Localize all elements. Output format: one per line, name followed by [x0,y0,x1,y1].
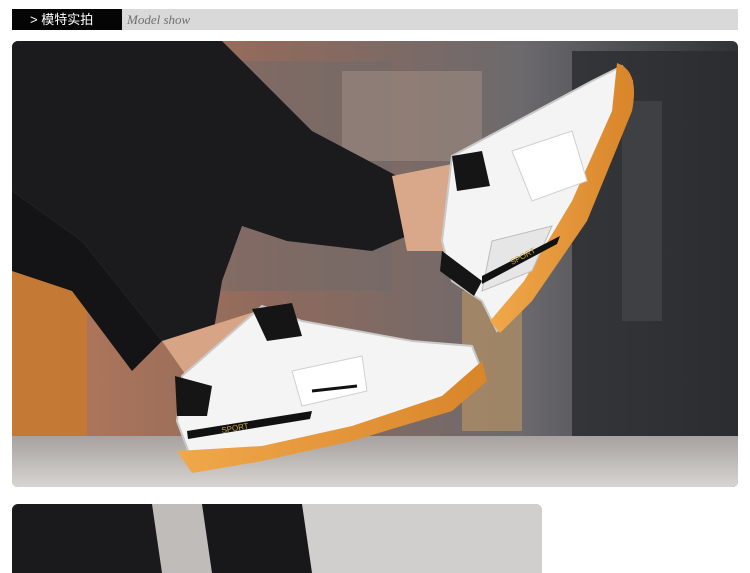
model-photo-2 [12,504,542,573]
section-header-tag: > 模特实拍 [12,9,122,30]
model-photo-2-illustration [12,504,542,573]
section-header-subtitle: Model show [127,12,191,27]
model-photo-illustration: SPORT SPORT [12,41,738,487]
model-photo: SPORT SPORT [12,41,738,487]
